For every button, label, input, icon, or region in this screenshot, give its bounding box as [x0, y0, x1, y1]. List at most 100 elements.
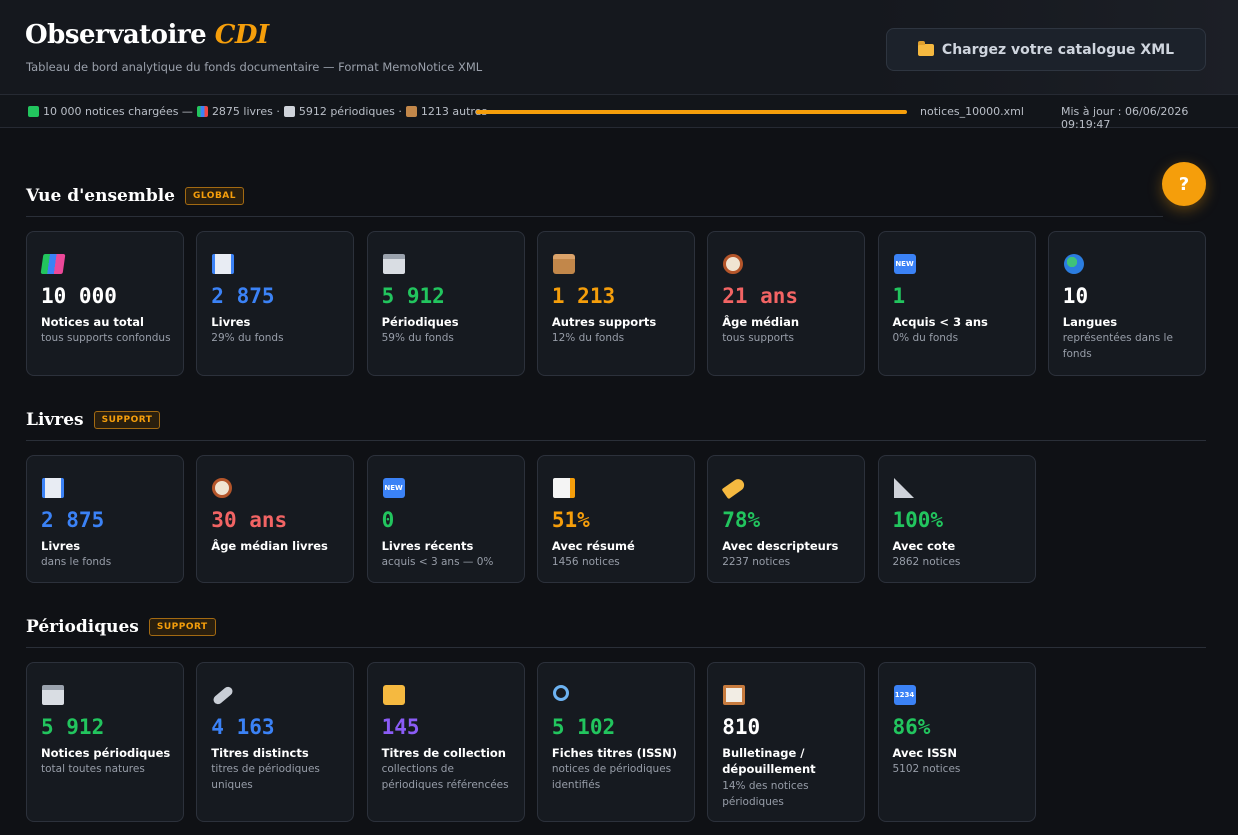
- stat-label: Livres: [211, 315, 251, 329]
- stat-sub: 12% du fonds: [551, 332, 625, 344]
- load-catalog-button[interactable]: Chargez votre catalogue XML: [886, 28, 1206, 71]
- new-icon: NEW: [893, 254, 916, 274]
- section-title: Vue d'ensemble: [26, 186, 175, 206]
- stat-sub: 14% des notices périodiques: [722, 780, 809, 808]
- section-overview-header: Vue d'ensemble GLOBAL: [26, 186, 245, 206]
- folder-icon: [382, 685, 405, 705]
- stat-sub: acquis < 3 ans — 0%: [381, 556, 494, 568]
- status-periodicals: 5912 périodiques ·: [298, 105, 402, 118]
- stat-value: 100%: [892, 508, 944, 532]
- stat-card: 2 875 Livres dans le fonds: [26, 455, 184, 583]
- stat-sub: 29% du fonds: [211, 332, 284, 344]
- stat-card: 51% Avec résumé 1456 notices: [536, 455, 695, 583]
- stat-label: Livres récents: [381, 539, 474, 553]
- section-divider: [26, 216, 1163, 217]
- status-loaded: 10 000 notices chargées —: [43, 105, 193, 118]
- newspaper-icon: [42, 685, 64, 705]
- stat-card: 10 Langues représentées dans le fonds: [1047, 231, 1206, 376]
- stat-card: 1234 86% Avec ISSN 5102 notices: [877, 662, 1036, 822]
- folder-icon: [917, 40, 934, 56]
- stat-value: 30 ans: [211, 508, 288, 532]
- stat-label: Notices au total: [41, 315, 144, 329]
- stat-value: 5 912: [381, 284, 445, 308]
- stat-label: Titres distincts: [211, 746, 309, 760]
- stat-card: 5 102 Fiches titres (ISSN) notices de péri…: [536, 662, 695, 822]
- stat-value: 10: [1062, 284, 1089, 308]
- stat-label: Âge médian livres: [211, 539, 328, 553]
- ruler-icon: [893, 478, 914, 498]
- section-periodicals-header: Périodiques SUPPORT: [26, 617, 216, 637]
- stat-sub: titres de périodiques uniques: [211, 763, 320, 791]
- check-icon: [28, 106, 39, 117]
- book-icon: [42, 478, 64, 498]
- stat-label: Avec cote: [892, 539, 956, 553]
- link-icon: [211, 684, 235, 707]
- section-badge: SUPPORT: [148, 618, 216, 636]
- stat-value: 51%: [551, 508, 590, 532]
- stat-label: Âge médian: [722, 315, 800, 329]
- status-books: 2875 livres ·: [211, 105, 280, 118]
- load-catalog-label: Chargez votre catalogue XML: [941, 41, 1175, 58]
- stat-label: Langues: [1062, 315, 1118, 329]
- stat-card: 5 912 Notices périodiques total toutes nat…: [26, 662, 184, 822]
- stat-card: 2 875 Livres 29% du fonds: [196, 231, 355, 376]
- stat-label: Avec descripteurs: [722, 539, 839, 553]
- section-title: Livres: [26, 410, 84, 430]
- stat-card: 78% Avec descripteurs 2237 notices: [707, 455, 866, 583]
- stat-sub: représentées dans le fonds: [1062, 332, 1173, 360]
- stat-value: 5 102: [551, 715, 616, 739]
- stat-sub: tous supports confondus: [41, 332, 171, 344]
- app-title: Observatoire CDI: [25, 20, 269, 50]
- section-books-header: Livres SUPPORT: [26, 410, 161, 430]
- stat-card: NEW 0 Livres récents acquis < 3 ans — 0%: [366, 455, 525, 583]
- stat-sub: dans le fonds: [41, 556, 112, 568]
- stat-value: 1 213: [551, 284, 616, 308]
- stat-card: 1 213 Autres supports 12% du fonds: [536, 231, 695, 376]
- stat-card: NEW 1 Acquis < 3 ans 0% du fonds: [877, 231, 1036, 376]
- stat-sub: total toutes natures: [41, 763, 145, 775]
- stat-label: Titres de collection: [381, 746, 506, 760]
- clipboard-icon: [723, 685, 746, 705]
- stat-card: 810 Bulletinage / dépouillement 14% des no…: [707, 662, 866, 822]
- stat-sub: 2237 notices: [722, 556, 791, 568]
- stat-sub: notices de périodiques identifiés: [551, 763, 672, 791]
- stat-card: 5 912 Périodiques 59% du fonds: [366, 231, 525, 376]
- stat-value: 2 875: [211, 284, 275, 308]
- stat-value: 810: [722, 715, 761, 739]
- stat-card: 10 000 Notices au total tous supports conf…: [26, 231, 184, 376]
- stat-label: Bulletinage / dépouillement: [722, 746, 816, 776]
- stat-value: 1: [892, 284, 906, 308]
- stat-label: Fiches titres (ISSN): [551, 746, 678, 760]
- section-divider: [26, 647, 1206, 648]
- section-badge: SUPPORT: [93, 411, 161, 429]
- stat-card: 4 163 Titres distincts titres de périodiqu…: [196, 662, 355, 822]
- app-title-accent: CDI: [214, 20, 269, 50]
- stat-sub: 2862 notices: [892, 556, 961, 568]
- section-divider: [26, 440, 1206, 441]
- stat-sub: collections de périodiques référencées: [381, 763, 509, 791]
- app-subtitle: Tableau de bord analytique du fonds docu…: [26, 60, 483, 74]
- search-icon: [552, 685, 569, 701]
- section-badge: GLOBAL: [185, 187, 245, 205]
- stat-label: Notices périodiques: [41, 746, 171, 760]
- status-filename: notices_10000.xml: [920, 105, 1024, 118]
- new-icon: NEW: [382, 478, 405, 498]
- stat-label: Périodiques: [381, 315, 459, 329]
- package-icon: [552, 254, 575, 274]
- stat-value: 21 ans: [722, 284, 799, 308]
- stat-label: Autres supports: [551, 315, 657, 329]
- newspaper-icon: [283, 106, 295, 117]
- stat-card: 100% Avec cote 2862 notices: [877, 455, 1036, 583]
- stat-sub: 59% du fonds: [381, 332, 454, 344]
- status-updated: Mis à jour : 06/06/2026 09:19:47: [1061, 105, 1189, 131]
- stat-card: 145 Titres de collection collections de pé…: [366, 662, 525, 822]
- stat-value: 2 875: [41, 508, 105, 532]
- help-button[interactable]: ?: [1162, 162, 1206, 206]
- stat-card: 30 ans Âge médian livres: [196, 455, 355, 583]
- stat-label: Avec ISSN: [892, 746, 958, 760]
- stat-value: 78%: [722, 508, 761, 532]
- stat-sub: 5102 notices: [892, 763, 961, 775]
- stat-sub: 0% du fonds: [892, 332, 959, 344]
- stat-value: 145: [381, 715, 420, 739]
- clock-icon: [723, 254, 744, 274]
